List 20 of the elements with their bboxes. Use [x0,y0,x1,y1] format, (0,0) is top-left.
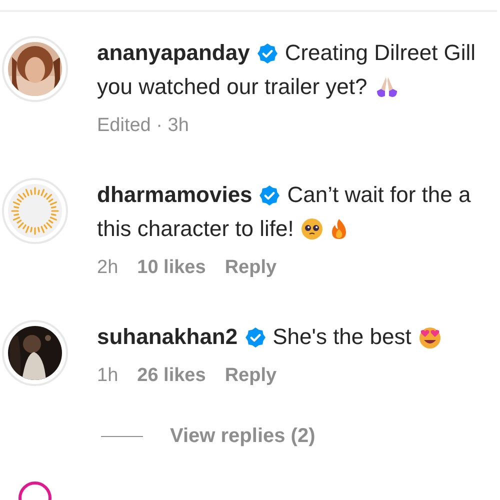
reply-button[interactable]: Reply [224,365,277,387]
comment-time: 1h [97,365,118,387]
reply-button[interactable]: Reply [224,257,277,279]
likes-count[interactable]: 10 likes [137,257,206,279]
sun-logo-icon [8,184,62,238]
comment-time: 2h [97,257,118,279]
pleading-face-icon [300,218,323,240]
username-link[interactable]: dharmamovies [97,182,252,208]
comment-text: this character to life! [97,216,294,242]
comment-text: She's the best [272,324,412,350]
username-link[interactable]: ananyapanday [97,40,250,66]
likes-count[interactable]: 26 likes [137,365,206,387]
comment-time: Edited · 3h [97,115,189,137]
comment-text: you watched our trailer yet? [97,74,368,100]
view-replies-button[interactable]: View replies (2) [170,425,316,448]
fire-icon [330,218,348,240]
username-link[interactable]: suhanakhan2 [97,324,238,350]
comment-text: Can’t wait for the a [287,182,471,208]
comment-text: Creating Dilreet Gill [284,40,476,66]
heart-eyes-face-icon [418,325,442,349]
